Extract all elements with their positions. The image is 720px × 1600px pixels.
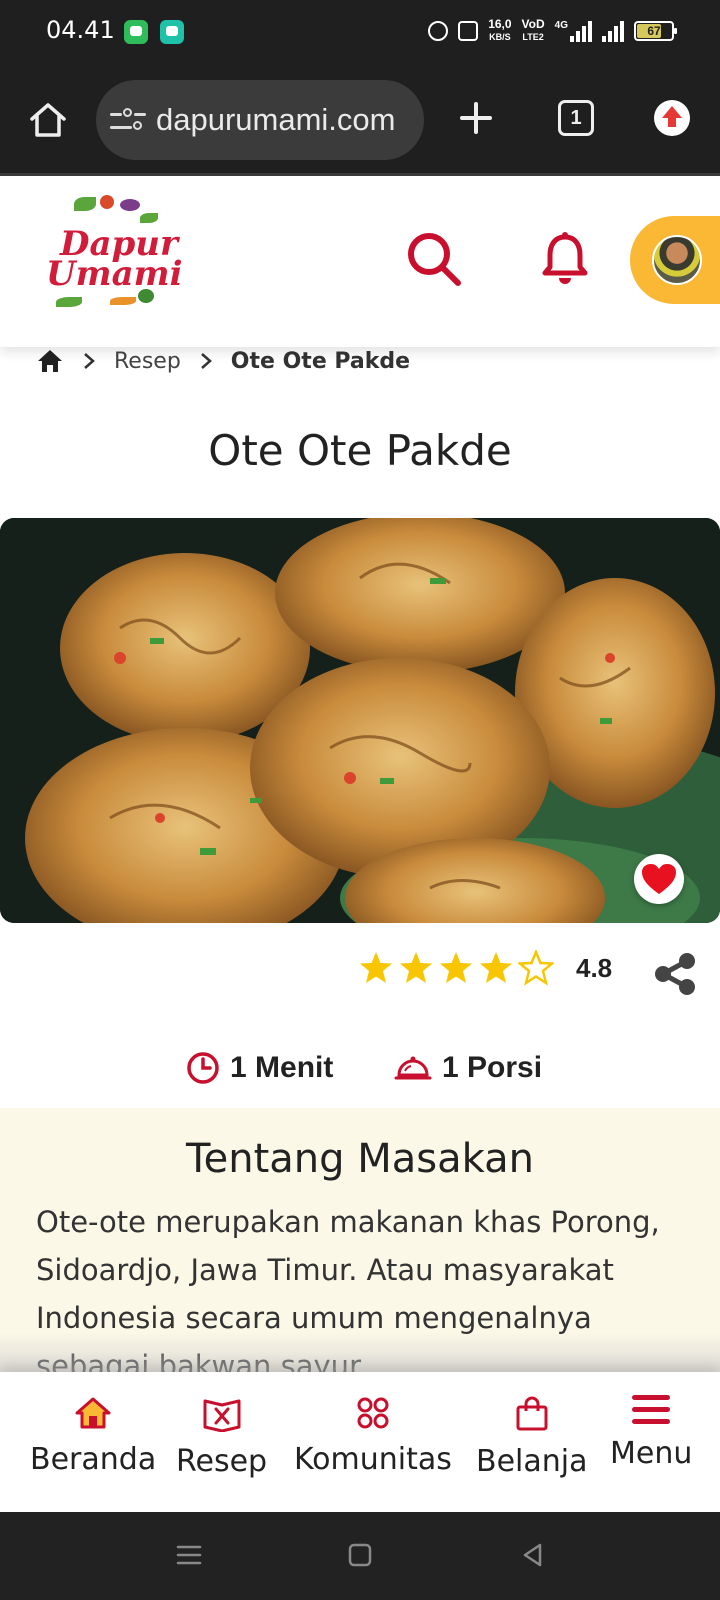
signal-icon-1: 4G: [555, 20, 592, 42]
status-indicators: 16,0 KB/S VoD LTE2 4G 67: [428, 17, 677, 43]
profile-button[interactable]: [630, 216, 720, 304]
battery-icon: 67: [634, 20, 677, 41]
cooking-time: 1 Menit: [186, 1048, 333, 1088]
messages-notification-icon: [124, 20, 148, 44]
mute-icon: [458, 20, 479, 41]
system-navigation-bar: [0, 1512, 720, 1600]
star-icon: [480, 952, 512, 983]
update-icon[interactable]: [654, 100, 690, 136]
recent-apps-icon[interactable]: [176, 1542, 202, 1568]
breadcrumb-section[interactable]: Resep: [114, 349, 181, 374]
star-icon: [440, 952, 472, 983]
home-icon: [75, 1397, 111, 1429]
menu-icon: [632, 1395, 671, 1424]
recipe-photo: [0, 518, 720, 923]
new-tab-icon[interactable]: [458, 100, 494, 136]
home-icon[interactable]: [36, 348, 64, 374]
chevron-right-icon: [200, 353, 212, 369]
nav-resep[interactable]: Resep: [176, 1396, 267, 1479]
chevron-right-icon: [84, 353, 95, 369]
cloche-icon: [394, 1056, 432, 1080]
home-icon[interactable]: [28, 100, 68, 140]
bell-icon[interactable]: [540, 231, 590, 287]
nav-menu[interactable]: Menu: [610, 1392, 692, 1471]
community-icon: [357, 1397, 389, 1429]
shopping-bag-icon: [516, 1396, 548, 1431]
back-icon[interactable]: [520, 1542, 546, 1568]
rating-stars: [358, 950, 554, 986]
app-notification-icon: [160, 20, 184, 44]
nav-komunitas[interactable]: Komunitas: [294, 1396, 452, 1477]
search-icon[interactable]: [404, 229, 464, 289]
url-text[interactable]: dapurumami.com: [156, 102, 395, 138]
portion: 1 Porsi: [394, 1048, 542, 1088]
dapur-umami-logo[interactable]: Dapur Umami: [40, 193, 183, 313]
favorite-button[interactable]: [634, 854, 684, 904]
site-header: Dapur Umami: [0, 179, 720, 347]
rating-value: 4.8: [576, 952, 613, 983]
share-icon[interactable]: [652, 952, 698, 996]
avatar: [652, 235, 702, 285]
bottom-navigation: Beranda Resep Komunitas Belanja Menu: [0, 1372, 720, 1512]
heart-icon: [642, 864, 676, 894]
tabs-icon[interactable]: 1: [558, 100, 594, 136]
home-button-icon[interactable]: [347, 1542, 373, 1568]
site-settings-icon[interactable]: [110, 102, 146, 138]
star-icon: [400, 952, 432, 983]
alarm-icon: [428, 20, 449, 41]
nav-beranda[interactable]: Beranda: [30, 1396, 156, 1477]
status-bar: 04.41 16,0 KB/S VoD LTE2 4G 67: [0, 0, 720, 64]
rating: 4.8: [358, 950, 612, 986]
recipe-title: Ote Ote Pakde: [208, 426, 512, 475]
breadcrumb: Resep Ote Ote Pakde: [36, 344, 410, 378]
star-icon: [360, 952, 392, 983]
star-icon: [518, 950, 554, 986]
nav-belanja[interactable]: Belanja: [476, 1396, 588, 1479]
breadcrumb-current: Ote Ote Pakde: [230, 348, 411, 374]
recipe-book-icon: [203, 1399, 241, 1432]
about-section: Tentang Masakan Ote-ote merupakan makana…: [0, 1108, 720, 1372]
about-heading: Tentang Masakan: [186, 1136, 534, 1182]
status-time: 04.41: [46, 16, 115, 44]
clock-icon: [187, 1052, 219, 1084]
address-bar[interactable]: dapurumami.com: [96, 80, 424, 160]
browser-toolbar: dapurumami.com 1: [0, 64, 720, 176]
signal-icon-2: [602, 20, 624, 42]
volte-badge: VoD LTE2: [521, 17, 545, 42]
net-speed: 16,0 KB/S: [488, 17, 512, 42]
